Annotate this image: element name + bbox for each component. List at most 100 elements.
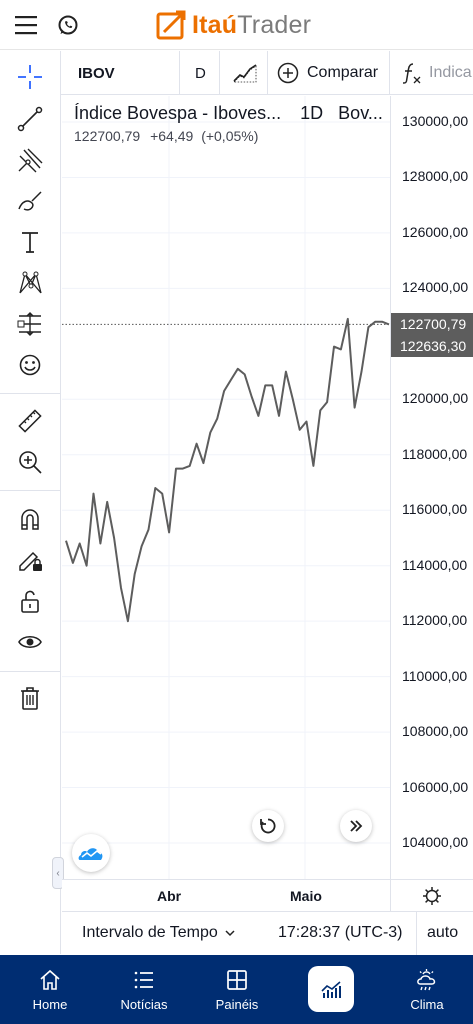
drawing-toolbar	[0, 51, 61, 954]
rotate-icon	[260, 818, 276, 834]
nav-home-label: Home	[32, 996, 68, 1012]
price-tick-label: 112000,00	[402, 612, 468, 629]
toolbar-divider	[267, 51, 268, 95]
ruler-tool-icon[interactable]	[12, 403, 48, 439]
logo-mark-icon	[156, 10, 186, 40]
whatsapp-icon[interactable]	[56, 13, 80, 37]
itau-trader-logo: ItaúTrader	[156, 9, 311, 41]
time-tick-label: Abr	[157, 888, 182, 904]
price-tick-label: 116000,00	[402, 501, 468, 518]
compare-button[interactable]: Comparar	[277, 51, 378, 95]
scroll-to-realtime-button[interactable]	[340, 810, 372, 842]
nav-news[interactable]: Notícias	[112, 955, 176, 1024]
legend-symbol-name: Índice Bovespa - Iboves...	[74, 103, 282, 123]
home-icon	[40, 969, 60, 990]
zoom-in-tool-icon[interactable]	[12, 444, 48, 480]
price-tick-label: 126000,00	[402, 223, 469, 240]
legend-change: +64,49	[150, 128, 194, 144]
price-tick-label: 128000,00	[402, 168, 469, 185]
panels-icon	[227, 969, 247, 990]
price-tick-label: 124000,00	[402, 279, 469, 296]
last-price-tag: 122700,79	[391, 313, 473, 335]
text-tool-icon[interactable]	[12, 224, 48, 260]
top-bar: ItaúTrader	[0, 0, 473, 50]
nav-chart-active[interactable]	[308, 966, 354, 1012]
chevron-down-icon	[225, 929, 235, 936]
cloud-chart-icon	[78, 848, 103, 860]
function-icon	[402, 63, 421, 84]
time-tick-label: Maio	[290, 888, 322, 904]
magnet-icon[interactable]	[12, 501, 48, 537]
toolbar-divider	[0, 490, 60, 491]
chart-legend-values: 122700,79 +64,49 (+0,05%)	[74, 128, 258, 144]
price-tick-label: 114000,00	[402, 556, 468, 573]
status-divider	[416, 912, 417, 956]
chart-legend-title[interactable]: Índice Bovespa - Iboves... 1D Bov...	[74, 103, 383, 124]
pattern-tool-icon[interactable]	[12, 265, 48, 301]
pitchfork-tool-icon[interactable]	[12, 142, 48, 178]
chart-style-icon	[233, 64, 257, 83]
price-tick-label: 106000,00	[402, 778, 469, 795]
hamburger-menu-icon[interactable]	[14, 14, 38, 36]
plus-circle-icon	[277, 62, 299, 84]
lock-drawing-icon[interactable]	[12, 542, 48, 578]
price-tick-label: 110000,00	[402, 667, 468, 684]
price-tick-label: 118000,00	[402, 445, 468, 462]
gear-icon	[423, 886, 441, 905]
nav-news-label: Notícias	[120, 996, 168, 1012]
legend-last-price: 122700,79	[74, 128, 141, 144]
toolbar-divider	[389, 51, 390, 95]
news-icon	[134, 971, 153, 988]
interval-button[interactable]: D	[195, 51, 206, 95]
reset-chart-button[interactable]	[252, 810, 284, 842]
legend-exchange: Bov...	[338, 103, 383, 123]
toolbar-divider	[0, 671, 60, 672]
nav-panels-label: Painéis	[215, 996, 259, 1012]
chart-settings-button[interactable]	[390, 879, 473, 911]
chart-type-button[interactable]	[233, 51, 257, 95]
logo-brand: Itaú	[192, 10, 238, 39]
price-tick-label: 130000,00	[402, 113, 469, 129]
chart-header-toolbar: IBOV D Comparar Indica	[61, 51, 473, 95]
crosshair-tool-icon[interactable]	[12, 59, 48, 95]
price-tick-label: 108000,00	[402, 723, 469, 740]
chart-pane[interactable]	[62, 96, 390, 879]
emoji-tool-icon[interactable]	[12, 347, 48, 383]
unlock-icon[interactable]	[12, 583, 48, 619]
brush-tool-icon[interactable]	[12, 183, 48, 219]
legend-interval: 1D	[300, 103, 324, 123]
prediction-measure-tool-icon[interactable]	[12, 306, 48, 342]
price-scale[interactable]: 130000,00 128000,00 126000,00 124000,00 1200…	[390, 96, 473, 879]
price-tick-label: 120000,00	[402, 390, 469, 407]
double-chevron-right-icon	[350, 820, 363, 832]
time-scale[interactable]	[62, 879, 390, 911]
toolbar-divider	[219, 51, 220, 95]
indicators-button[interactable]: Indica	[401, 51, 472, 95]
weather-icon	[417, 968, 436, 990]
toolbar-divider	[179, 51, 180, 95]
eye-icon[interactable]	[12, 624, 48, 660]
nav-home[interactable]: Home	[22, 955, 78, 1024]
clock-timezone[interactable]: 17:28:37 (UTC-3)	[278, 924, 403, 942]
nav-panels[interactable]: Painéis	[208, 955, 266, 1024]
trend-line-tool-icon[interactable]	[12, 101, 48, 137]
nav-weather-label: Clima	[410, 996, 444, 1012]
indicators-label: Indica	[429, 64, 472, 81]
legend-change-percent: (+0,05%)	[201, 128, 259, 144]
toolbar-divider	[0, 393, 60, 394]
price-tick-label: 104000,00	[402, 834, 469, 850]
tradingview-logo-button[interactable]	[72, 834, 110, 872]
time-interval-dropdown[interactable]: Intervalo de Tempo	[82, 924, 235, 942]
compare-label: Comparar	[307, 64, 379, 81]
price-series-line[interactable]	[65, 317, 390, 623]
price-chart[interactable]	[62, 96, 390, 879]
trash-icon[interactable]	[12, 680, 48, 716]
auto-scale-toggle[interactable]: auto	[427, 924, 458, 942]
symbol-search-button[interactable]: IBOV	[78, 51, 115, 95]
logo-product: Trader	[237, 10, 312, 39]
time-interval-label: Intervalo de Tempo	[82, 924, 218, 941]
nav-weather[interactable]: Clima	[400, 955, 454, 1024]
bottom-navigation: Home Notícias Painéis Clima	[0, 955, 473, 1024]
app-root: ItaúTrader ‹ IBOV D Comparar Indica Índi…	[0, 0, 473, 1024]
prev-close-tag: 122636,30	[391, 335, 473, 357]
